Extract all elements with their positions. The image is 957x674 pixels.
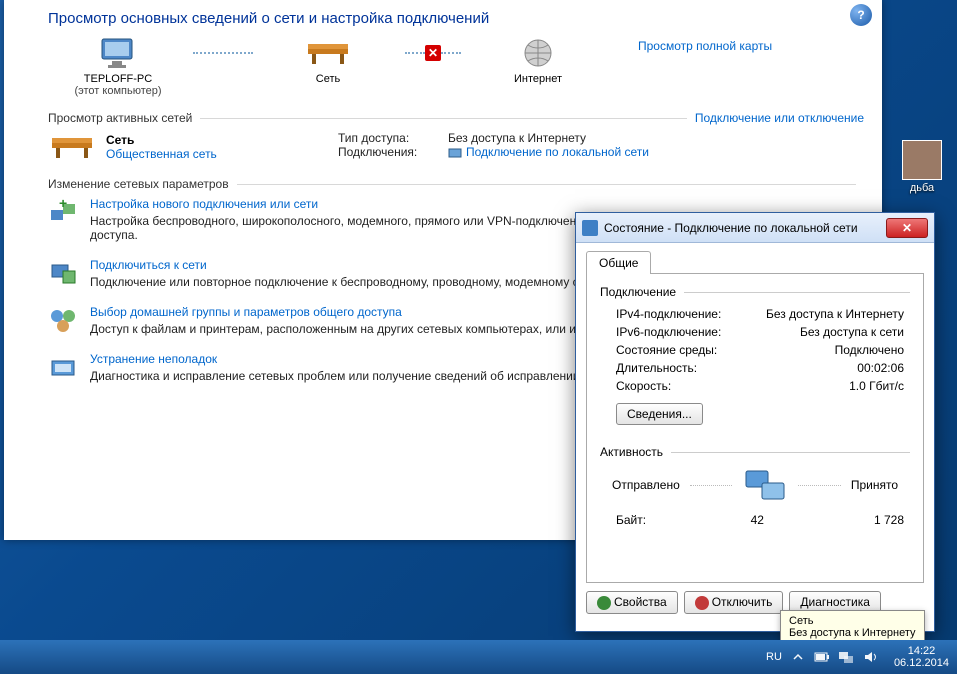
diagnose-button-label: Диагностика [800, 595, 870, 609]
dialog-title: Состояние - Подключение по локальной сет… [604, 221, 858, 235]
lang-indicator[interactable]: RU [766, 651, 782, 663]
group-connection-title: Подключение [600, 285, 676, 299]
divider [690, 485, 733, 486]
battery-icon[interactable] [814, 649, 830, 665]
desktop-shortcut-label: дьба [895, 182, 949, 194]
nic-icon [582, 220, 598, 236]
globe-icon [468, 35, 608, 71]
divider [798, 485, 841, 486]
section-change-settings-title: Изменение сетевых параметров [48, 177, 229, 191]
taskbar-clock[interactable]: 14:22 06.12.2014 [894, 645, 949, 669]
map-node-label: Сеть [258, 73, 398, 85]
connection-link[interactable]: Подключение по локальной сети [466, 145, 649, 159]
homegroup-icon [48, 305, 78, 335]
properties-button[interactable]: Свойства [586, 591, 678, 614]
volume-icon[interactable] [862, 649, 878, 665]
speed-value: 1.0 Гбит/с [849, 379, 904, 393]
divider [237, 184, 856, 185]
recv-label: Принято [851, 478, 898, 492]
svg-text:+: + [59, 198, 67, 211]
divider [684, 292, 910, 293]
help-icon[interactable]: ? [850, 4, 872, 26]
map-node-label: TEPLOFF-PC [48, 73, 188, 85]
disable-button-label: Отключить [712, 595, 773, 609]
map-node-sub: (этот компьютер) [48, 85, 188, 97]
close-button[interactable]: ✕ [886, 218, 928, 238]
clock-time: 14:22 [894, 645, 949, 657]
broken-x-icon: ✕ [425, 45, 441, 61]
gear-icon [597, 596, 611, 610]
taskbar: RU 14:22 06.12.2014 [0, 640, 957, 674]
media-value: Подключено [835, 343, 904, 357]
map-node-network: Сеть [258, 35, 398, 85]
sent-label: Отправлено [612, 478, 680, 492]
connect-disconnect-link[interactable]: Подключение или отключение [695, 111, 864, 125]
connection-status-dialog: Состояние - Подключение по локальной сет… [575, 212, 935, 632]
divider [671, 452, 910, 453]
desktop-shortcut[interactable]: дьба [895, 140, 949, 194]
speed-label: Скорость: [616, 379, 671, 393]
properties-button-label: Свойства [614, 595, 667, 609]
page-title: Просмотр основных сведений о сети и наст… [48, 10, 864, 27]
access-type-label: Тип доступа: [338, 131, 448, 145]
tooltip-line2: Без доступа к Интернету [789, 627, 916, 639]
settings-item-desc: Диагностика и исправление сетевых пробле… [90, 369, 583, 383]
network-type-link[interactable]: Общественная сеть [106, 147, 217, 161]
disable-icon [695, 596, 709, 610]
desktop-shortcut-thumb [902, 140, 942, 180]
tray-network-tooltip: Сеть Без доступа к Интернету [780, 610, 925, 644]
system-tray: RU 14:22 06.12.2014 [766, 645, 949, 669]
monitor-icon [48, 35, 188, 71]
details-button[interactable]: Сведения... [616, 403, 703, 425]
clock-date: 06.12.2014 [894, 657, 949, 669]
tab-general[interactable]: Общие [586, 251, 651, 274]
access-type-value: Без доступа к Интернету [448, 131, 586, 145]
duration-label: Длительность: [616, 361, 697, 375]
two-pc-icon [742, 465, 788, 505]
section-active-networks-title: Просмотр активных сетей [48, 111, 192, 125]
map-node-this-pc: TEPLOFF-PC (этот компьютер) [48, 35, 188, 97]
tray-chevron-icon[interactable] [790, 649, 806, 665]
view-full-map-link[interactable]: Просмотр полной карты [638, 39, 772, 53]
ipv6-label: IPv6-подключение: [616, 325, 721, 339]
settings-item-link[interactable]: Подключиться к сети [90, 258, 207, 272]
disable-button[interactable]: Отключить [684, 591, 784, 614]
map-connector-1 [188, 35, 258, 71]
map-node-label: Интернет [468, 73, 608, 85]
map-connector-broken: ✕ [398, 35, 468, 71]
connect-icon [48, 258, 78, 288]
tooltip-line1: Сеть [789, 615, 916, 627]
connections-label: Подключения: [338, 145, 448, 159]
map-node-internet: Интернет [468, 35, 608, 85]
duration-value: 00:02:06 [857, 361, 904, 375]
settings-item-link[interactable]: Настройка нового подключения или сети [90, 197, 318, 211]
network-map: TEPLOFF-PC (этот компьютер) Сеть ✕ Интер… [48, 35, 864, 97]
settings-item-link[interactable]: Устранение неполадок [90, 352, 217, 366]
bytes-sent: 42 [751, 513, 764, 527]
tab-panel-general: Подключение IPv4-подключение: Без доступа… [586, 273, 924, 583]
bench-icon [258, 35, 398, 71]
bytes-label: Байт: [616, 513, 646, 527]
troubleshoot-icon [48, 352, 78, 382]
ipv6-value: Без доступа к сети [800, 325, 904, 339]
nic-icon [448, 145, 462, 159]
group-activity-title: Активность [600, 445, 663, 459]
divider [200, 118, 687, 119]
bench-icon [48, 131, 96, 163]
network-name: Сеть [106, 133, 217, 147]
ipv4-value: Без доступа к Интернету [766, 307, 904, 321]
network-icon[interactable] [838, 649, 854, 665]
dialog-titlebar[interactable]: Состояние - Подключение по локальной сет… [576, 213, 934, 243]
new-connection-icon: + [48, 197, 78, 227]
media-label: Состояние среды: [616, 343, 717, 357]
bytes-recv: 1 728 [874, 513, 904, 527]
ipv4-label: IPv4-подключение: [616, 307, 721, 321]
active-network-row: Сеть Общественная сеть Тип доступа: Без … [48, 131, 864, 163]
settings-item-link[interactable]: Выбор домашней группы и параметров общег… [90, 305, 402, 319]
